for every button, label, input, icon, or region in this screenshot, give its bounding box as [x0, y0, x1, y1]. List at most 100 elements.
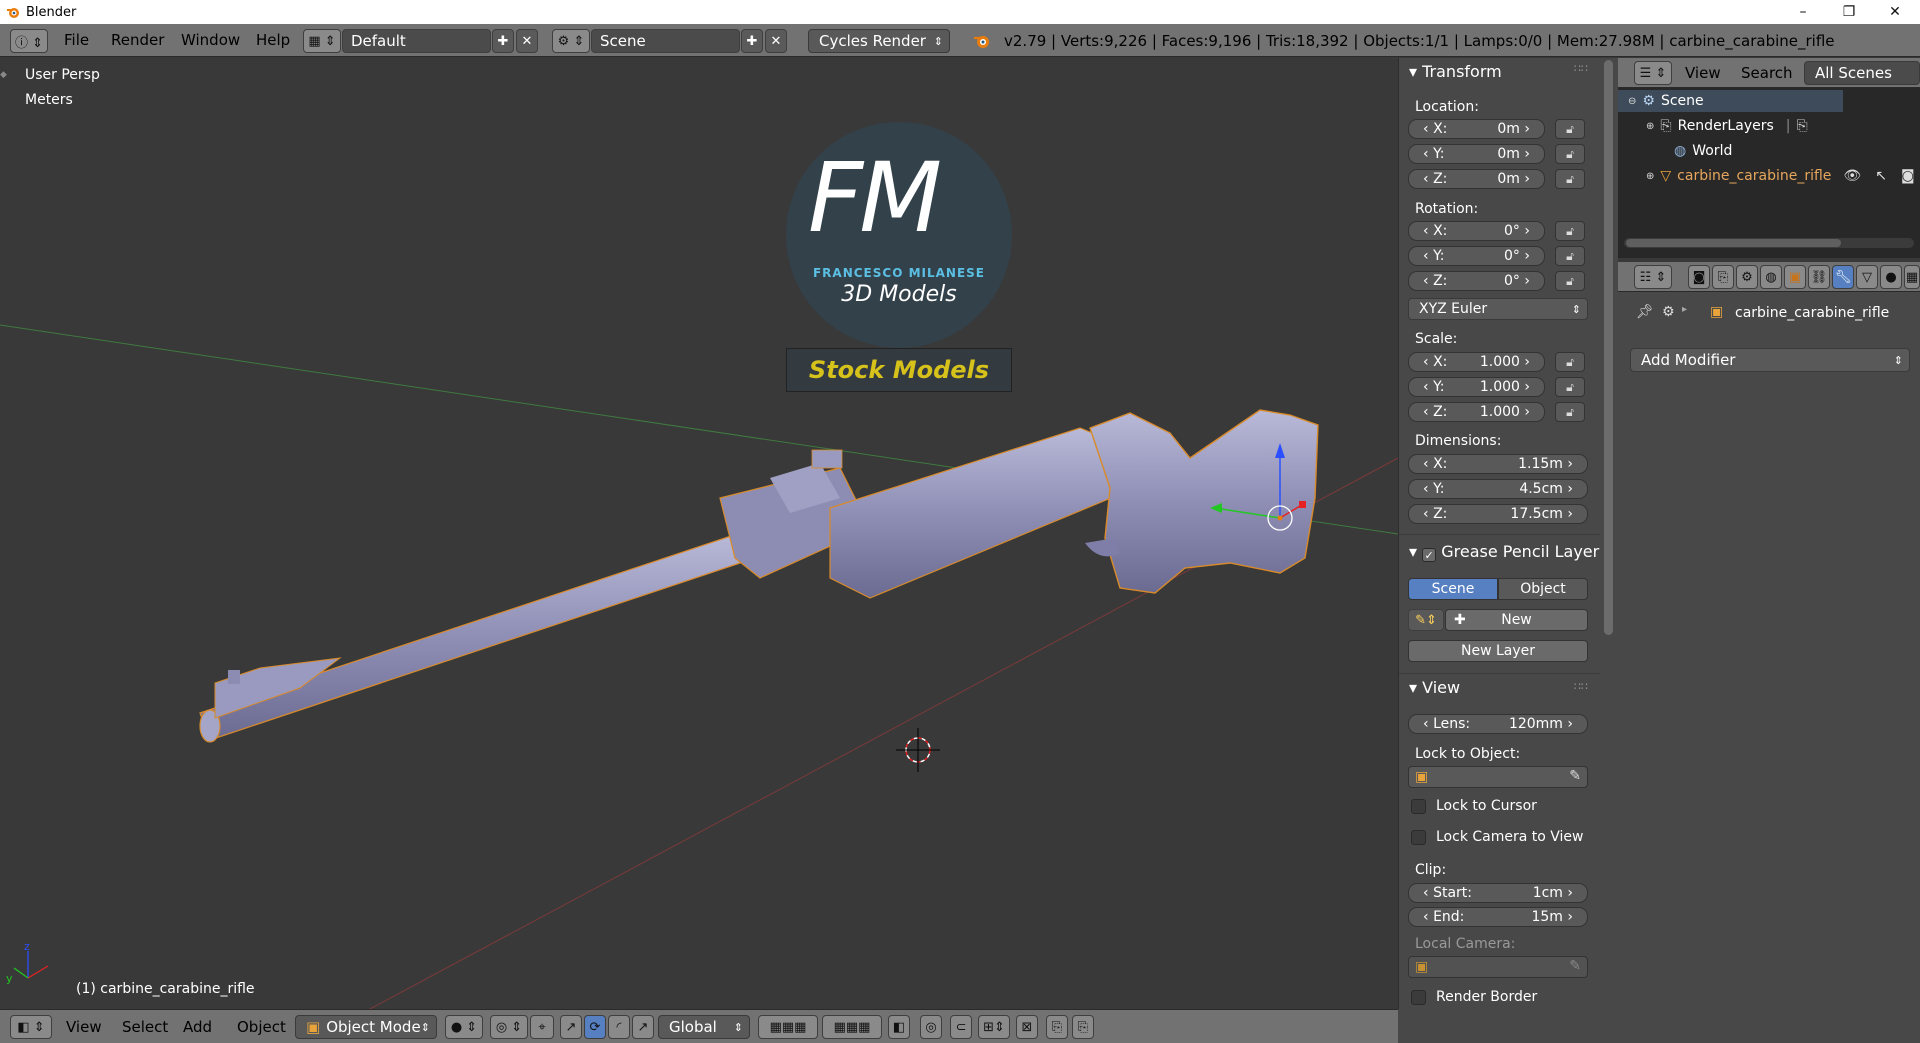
menu-file[interactable]: File — [64, 31, 89, 49]
lock-icon[interactable]: 🔓︎ — [1555, 271, 1585, 291]
lock-icon[interactable]: 🔓︎ — [1555, 169, 1585, 189]
menu-render[interactable]: Render — [111, 31, 164, 49]
layers-icon[interactable]: ▦▦▦ — [758, 1015, 818, 1039]
add-modifier-dropdown[interactable]: Add Modifier ⇕ — [1630, 348, 1910, 372]
rotation-x-field[interactable]: ‹ X: 0° › — [1408, 221, 1545, 241]
editor-type-outliner-icon[interactable]: ☰ ⇕ — [1634, 61, 1672, 85]
lock-icon[interactable]: 🔓︎ — [1555, 119, 1585, 139]
add-layout-icon[interactable]: ✚ — [492, 29, 514, 53]
close-button[interactable]: ✕ — [1872, 0, 1918, 24]
texture-tab-icon[interactable]: ▦ — [1904, 265, 1920, 289]
outliner-menu-search[interactable]: Search — [1741, 64, 1793, 82]
grease-pencil-checkbox[interactable]: ✓ — [1422, 548, 1437, 562]
lock-icon[interactable]: 🔓︎ — [1555, 352, 1585, 372]
opengl-render-animation-icon[interactable]: ⎘ — [1072, 1015, 1094, 1039]
new-grease-pencil-button[interactable]: ✚ New — [1445, 609, 1588, 631]
region-toggle-icon[interactable]: ◆ — [0, 70, 10, 80]
shelf-scrollbar[interactable] — [1600, 58, 1618, 1009]
snap-element-icon[interactable]: ⊞⇕ — [978, 1015, 1010, 1039]
menu-select[interactable]: Select — [122, 1018, 168, 1036]
viewport-shading-icon[interactable]: ● ⇕ — [445, 1015, 483, 1039]
lock-icon[interactable]: 🔓︎ — [1555, 377, 1585, 397]
menu-help[interactable]: Help — [256, 31, 290, 49]
editor-type-3d-icon[interactable]: ◧ ⇕ — [10, 1015, 52, 1039]
panel-drag-icon[interactable]: ∷∷ — [1574, 62, 1588, 75]
rotate-manipulator-icon[interactable]: ⟳ — [584, 1015, 606, 1039]
lock-to-object-field[interactable]: ▣ ✎ — [1408, 766, 1588, 788]
local-camera-field[interactable]: ▣ ✎ — [1408, 956, 1588, 978]
scale-manipulator-icon[interactable]: ◜ — [608, 1015, 630, 1039]
dimensions-z-field[interactable]: ‹ Z: 17.5cm › — [1408, 504, 1588, 524]
lock-icon[interactable]: 🔓︎ — [1555, 144, 1585, 164]
menu-object[interactable]: Object — [237, 1018, 286, 1036]
data-tab-icon[interactable]: ▽ — [1856, 265, 1878, 289]
outliner-item-rifle[interactable]: ⊕ ▽ carbine_carabine_rifle 👁︎ ↖ ◙ — [1646, 165, 1915, 187]
tab-object[interactable]: Object — [1498, 578, 1588, 600]
dimensions-y-field[interactable]: ‹ Y: 4.5cm › — [1408, 479, 1588, 499]
lock-icon[interactable]: 🔓︎ — [1555, 402, 1585, 422]
location-z-field[interactable]: ‹ Z: 0m › — [1408, 169, 1545, 189]
minimize-button[interactable]: – — [1780, 0, 1826, 24]
outliner-display-mode[interactable]: All Scenes — [1804, 61, 1920, 85]
world-tab-icon[interactable]: ◍ — [1760, 265, 1782, 289]
scene-tab-icon[interactable]: ⚙ — [1736, 265, 1758, 289]
tab-scene[interactable]: Scene — [1408, 578, 1498, 600]
outliner-hscrollbar[interactable] — [1624, 238, 1914, 248]
expand-icon[interactable]: ⊕ — [1646, 171, 1654, 182]
outliner-menu-view[interactable]: View — [1685, 64, 1721, 82]
cursor-select-icon[interactable]: ↖ — [1875, 168, 1887, 184]
new-layer-button[interactable]: New Layer — [1408, 640, 1588, 662]
outliner-item-world[interactable]: ◍ World — [1674, 140, 1732, 162]
expand-icon[interactable]: ⊕ — [1646, 121, 1654, 132]
modifiers-tab-icon[interactable]: 🔧︎ — [1832, 265, 1854, 289]
scene-icon[interactable]: ⚙ ⇕ — [552, 29, 590, 53]
remove-scene-icon[interactable]: ✕ — [765, 29, 787, 53]
snap-icon[interactable]: ⊂ — [950, 1015, 972, 1039]
menu-window[interactable]: Window — [181, 31, 240, 49]
camera-render-icon[interactable]: ◙ — [1901, 168, 1915, 184]
lock-camera-checkbox[interactable]: Lock Camera to View — [1411, 828, 1584, 846]
panel-drag-icon[interactable]: ∷∷ — [1574, 680, 1588, 693]
screen-layout-field[interactable]: Default — [342, 29, 491, 53]
render-tab-icon[interactable]: ◙ — [1688, 265, 1710, 289]
collapse-icon[interactable]: ⊖ — [1628, 96, 1636, 107]
render-layers-tab-icon[interactable]: ⎘ — [1712, 265, 1734, 289]
eyedropper-icon[interactable]: ✎ — [1569, 958, 1581, 974]
editor-type-info-icon[interactable]: ⓘ ⇕ — [10, 29, 48, 53]
translate-manipulator-icon[interactable]: ↗ — [560, 1015, 582, 1039]
lock-icon[interactable]: 🔓︎ — [1555, 246, 1585, 266]
rotation-z-field[interactable]: ‹ Z: 0° › — [1408, 271, 1545, 291]
menu-view[interactable]: View — [66, 1018, 102, 1036]
remove-layout-icon[interactable]: ✕ — [516, 29, 538, 53]
orientation-dropdown[interactable]: Global ⇕ — [658, 1015, 750, 1039]
rotation-y-field[interactable]: ‹ Y: 0° › — [1408, 246, 1545, 266]
dimensions-x-field[interactable]: ‹ X: 1.15m › — [1408, 454, 1588, 474]
render-engine-dropdown[interactable]: Cycles Render ⇕ — [808, 29, 950, 53]
grease-pencil-panel-title[interactable]: ▾ ✓ Grease Pencil Layer — [1409, 542, 1599, 562]
scale-z-field[interactable]: ‹ Z: 1.000 › — [1408, 402, 1545, 422]
layers-icon-2[interactable]: ▦▦▦ — [822, 1015, 882, 1039]
opengl-render-icon[interactable]: ⎘ — [1046, 1015, 1068, 1039]
scale-x-field[interactable]: ‹ X: 1.000 › — [1408, 352, 1545, 372]
clip-end-field[interactable]: ‹ End: 15m › — [1408, 907, 1588, 927]
pencil-icon[interactable]: ✎⇕ — [1408, 609, 1444, 631]
screen-layout-icon[interactable]: ▦ ⇕ — [303, 29, 341, 53]
scene-field[interactable]: Scene — [591, 29, 740, 53]
rotation-mode-dropdown[interactable]: XYZ Euler ⇕ — [1408, 298, 1588, 320]
editor-type-properties-icon[interactable]: ☷ ⇕ — [1634, 265, 1672, 289]
lens-field[interactable]: ‹ Lens: 120mm › — [1408, 714, 1588, 734]
manipulator-toggle-icon[interactable]: ⌖ — [530, 1015, 554, 1039]
location-y-field[interactable]: ‹ Y: 0m › — [1408, 144, 1545, 164]
material-tab-icon[interactable]: ● — [1880, 265, 1902, 289]
outliner-item-scene[interactable]: ⊖ ⚙ Scene — [1618, 90, 1843, 112]
lock-layers-icon[interactable]: ◧ — [888, 1015, 910, 1039]
outliner-item-renderlayers[interactable]: ⊕ ⎘ RenderLayers | ⎘ — [1646, 115, 1808, 137]
clip-start-field[interactable]: ‹ Start: 1cm › — [1408, 883, 1588, 903]
3d-viewport[interactable]: z y User Persp Meters (1) carbine_carabi… — [0, 58, 1398, 1009]
proportional-edit-icon[interactable]: ◎ — [920, 1015, 942, 1039]
mode-dropdown[interactable]: ▣ Object Mode ⇕ — [295, 1015, 437, 1039]
object-tab-icon[interactable]: ▣ — [1784, 265, 1806, 289]
render-border-checkbox[interactable]: Render Border — [1411, 988, 1537, 1006]
add-scene-icon[interactable]: ✚ — [741, 29, 763, 53]
transform-panel-title[interactable]: ▾ Transform — [1409, 62, 1502, 81]
